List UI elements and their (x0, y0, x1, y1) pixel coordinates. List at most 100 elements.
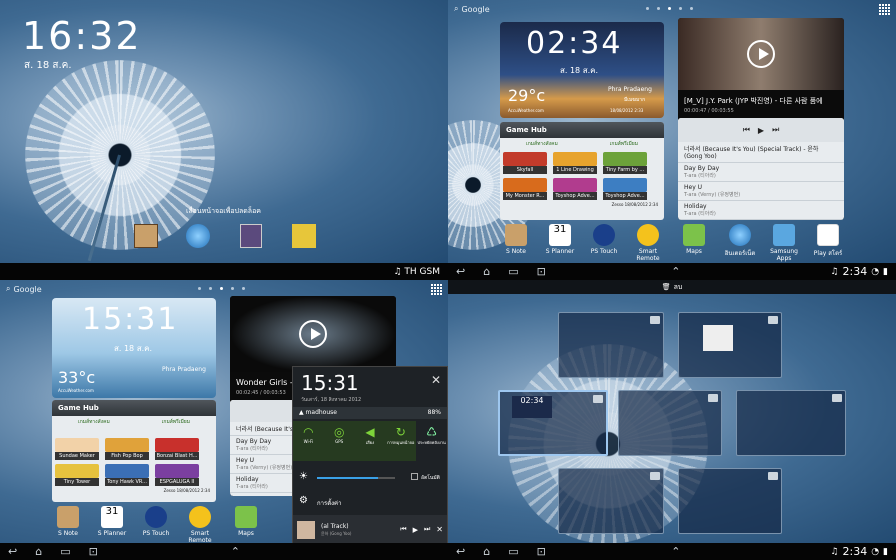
internet-shortcut[interactable] (186, 224, 210, 248)
dock-smart-remote[interactable]: Smart Remote (628, 224, 668, 262)
widget-date: ส. 18 ส.ค. (560, 66, 599, 75)
video-shortcut[interactable] (240, 224, 262, 248)
song-row[interactable]: Day By Day T-ara (티아라) (678, 163, 844, 182)
song-row[interactable]: 너라서 (Because It's You) (Special Track) -… (678, 142, 844, 163)
dock-play-store[interactable]: Play สโตร์ (808, 224, 848, 258)
page-tile[interactable] (558, 468, 664, 534)
dock-internet[interactable]: อินเตอร์เน็ต (720, 224, 760, 258)
screenshot-icon[interactable]: ⊡ (537, 545, 546, 558)
close-icon[interactable]: ✕ (436, 525, 443, 534)
game-item[interactable]: ESPGALUGA II (155, 464, 199, 486)
play-pause-icon[interactable]: ▶ (758, 126, 764, 135)
back-icon[interactable]: ↩ (456, 265, 465, 278)
play-icon[interactable] (299, 320, 327, 348)
song-row[interactable]: Hey U T-ara (Verny) (유정병번) (678, 182, 844, 201)
dock-ps-touch[interactable]: PS Touch (584, 224, 624, 255)
back-icon[interactable]: ↩ (456, 545, 465, 558)
game-item[interactable]: Fish Pop Bop (105, 438, 149, 460)
search-icon: ⌕ (6, 284, 11, 293)
page-tile[interactable] (678, 312, 782, 378)
trash-label: ลบ (673, 282, 683, 291)
home-icon[interactable]: ⌂ (483, 545, 490, 558)
recent-apps-icon[interactable]: ▭ (508, 265, 518, 278)
settings-label[interactable]: การตั้งค่า (317, 498, 341, 508)
dock-s-note[interactable]: S Note (496, 224, 536, 255)
gear-icon[interactable]: ⚙ (299, 495, 308, 506)
game-hub-widget[interactable]: Game Hub เกมส์ทางสังคม เกมส์พรีเมียม Sund… (52, 400, 216, 502)
game-item[interactable]: Toyshop Adve... (603, 178, 647, 200)
brightness-slider[interactable] (317, 477, 395, 479)
page-tile[interactable] (736, 390, 846, 456)
video-title: [M_V] J.Y. Park (JYP 박진영) - 다른 사람 품에 (684, 97, 823, 105)
game-hub-footer: Zesso 18/08/2012 2:34 (611, 202, 658, 207)
page-tile[interactable] (558, 312, 664, 378)
google-search[interactable]: ⌕ Google (6, 284, 42, 294)
menu-up-icon[interactable]: ⌃ (671, 265, 680, 278)
game-item[interactable]: Bonzai Blast H... (155, 438, 199, 460)
s-note-shortcut[interactable] (134, 224, 158, 248)
prev-icon[interactable]: ⏮ (743, 125, 750, 135)
game-hub-widget[interactable]: Game Hub เกมส์ทางสังคม เกมส์พรีเมียม Skyf… (500, 122, 664, 220)
dock-s-note[interactable]: S Note (48, 506, 88, 537)
menu-up-icon[interactable]: ⌃ (671, 545, 680, 558)
toggle-gps[interactable]: ◎ GPS (324, 421, 355, 461)
game-item[interactable]: Tony Hawk VR... (105, 464, 149, 486)
next-icon[interactable]: ⏭ (772, 125, 779, 135)
weather-widget[interactable]: 15:31 ส. 18 ส.ค. 33°c Phra Pradaeng Accu… (52, 298, 216, 398)
close-icon[interactable]: ✕ (431, 373, 441, 387)
weather-widget[interactable]: 02:34 ส. 18 ส.ค. 29°c Phra Pradaeng มีเม… (500, 22, 664, 118)
toggle-power-saving[interactable]: ♺ ประหยัดพลังงาน (416, 421, 447, 461)
music-icon: ♫ (830, 546, 839, 557)
dock-maps[interactable]: Maps (674, 224, 714, 255)
apps-grid-icon[interactable] (879, 4, 890, 15)
page-tile-current[interactable]: 02:34 (498, 390, 608, 456)
prev-icon[interactable]: ⏮ (400, 525, 406, 534)
home-screen: ⌕ Google 02:34 ส. 18 ส.ค. 29°c Phra Prada… (448, 0, 896, 280)
next-icon[interactable]: ⏭ (424, 525, 430, 534)
quick-toggles: ◠ Wi-Fi ◎ GPS ◀ เสียง ↻ การหมุนหน้าจอ ♺ ประหย… (293, 421, 447, 461)
gallery-shortcut[interactable] (292, 224, 316, 248)
toggle-sound[interactable]: ◀ เสียง (355, 421, 386, 461)
game-item[interactable]: Tiny Farm by ... (603, 152, 647, 174)
game-item[interactable]: Tiny Tower (55, 464, 99, 486)
game-hub-tabs[interactable]: เกมส์ทางสังคม เกมส์พรีเมียม (500, 138, 664, 150)
dock-smart-remote[interactable]: Smart Remote (180, 506, 220, 544)
widget-place: Phra Pradaeng (162, 366, 206, 373)
dock-ps-touch[interactable]: PS Touch (136, 506, 176, 537)
screenshot-icon[interactable]: ⊡ (537, 265, 546, 278)
home-icon[interactable]: ⌂ (35, 545, 42, 558)
unlock-hint: เลื่อนหน้าจอเพื่อปลดล็อค (186, 207, 261, 215)
apps-grid-icon[interactable] (431, 284, 442, 295)
game-item[interactable]: Toyshop Adve... (553, 178, 597, 200)
play-icon[interactable] (747, 40, 775, 68)
recent-apps-icon[interactable]: ▭ (60, 545, 70, 558)
toggle-rotation[interactable]: ↻ การหมุนหน้าจอ (385, 421, 416, 461)
trash-bar[interactable]: 🗑 ลบ (448, 280, 896, 294)
auto-brightness-checkbox[interactable] (411, 473, 418, 480)
auto-brightness-label: อัตโนมัติ (421, 475, 440, 481)
play-icon[interactable]: ▶ (413, 526, 418, 534)
menu-up-icon[interactable]: ⌃ (231, 545, 240, 558)
toggle-wifi[interactable]: ◠ Wi-Fi (293, 421, 324, 461)
song-row[interactable]: Holiday T-ara (티아라) (678, 201, 844, 220)
recent-apps-icon[interactable]: ▭ (508, 545, 518, 558)
game-item[interactable]: 1 Line Drawing (553, 152, 597, 174)
dock-maps[interactable]: Maps (226, 506, 266, 537)
game-item[interactable]: My Monster R... (503, 178, 547, 200)
game-item[interactable]: Skyfall (503, 152, 547, 174)
brightness-icon: ☀ (299, 471, 308, 482)
music-notification[interactable]: (al Track) 윤하 (Gong Yoo) ⏮ ▶ ⏭ ✕ (293, 515, 447, 544)
game-item[interactable]: Sundae Maker (55, 438, 99, 460)
page-tile[interactable] (678, 468, 782, 534)
dock-s-planner[interactable]: 31 S Planner (92, 506, 132, 537)
back-icon[interactable]: ↩ (8, 545, 17, 558)
dock-samsung-apps[interactable]: Samsung Apps (764, 224, 804, 262)
dock-s-planner[interactable]: 31 S Planner (540, 224, 580, 255)
game-hub-tabs[interactable]: เกมส์ทางสังคม เกมส์พรีเมียม (52, 416, 216, 428)
screenshot-icon[interactable]: ⊡ (89, 545, 98, 558)
home-icon[interactable]: ⌂ (483, 265, 490, 278)
widget-temp: 29°c (508, 86, 546, 105)
page-tile[interactable] (618, 390, 722, 456)
video-widget[interactable]: [M_V] J.Y. Park (JYP 박진영) - 다른 사람 품에 00:… (678, 18, 844, 220)
google-search[interactable]: ⌕ Google (454, 4, 490, 14)
